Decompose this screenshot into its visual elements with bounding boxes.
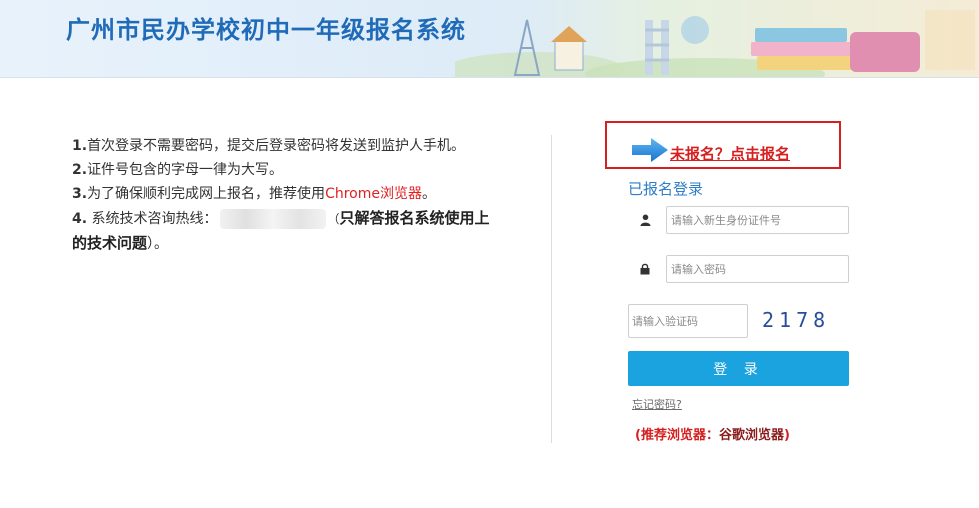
signup-box: 未报名？点击报名	[605, 121, 841, 169]
captcha-image[interactable]: 2178	[762, 308, 830, 332]
forgot-password-link[interactable]: 忘记密码?	[632, 396, 682, 412]
lock-icon	[628, 255, 662, 283]
instructions: 1.首次登录不需要密码，提交后登录密码将发送到监护人手机。 2.证件号包含的字母…	[72, 134, 492, 256]
redacted-hotline	[219, 209, 326, 229]
instruction-1-number: 1.	[72, 138, 88, 154]
signup-link[interactable]: 未报名？点击报名	[670, 143, 790, 164]
page: 广州市民办学校初中一年级报名系统 1.首次登录不需要密码，提交后登录密码将发送到…	[0, 0, 979, 508]
browser-note-suffix: )	[783, 428, 790, 443]
instruction-1-text: 首次登录不需要密码，提交后登录密码将发送到监护人手机。	[87, 138, 466, 154]
instruction-4-text: 系统技术咨询热线：	[87, 211, 218, 227]
user-icon	[628, 206, 662, 234]
header: 广州市民办学校初中一年级报名系统	[0, 0, 979, 78]
instruction-3-number: 3.	[72, 186, 88, 202]
login-button[interactable]: 登 录	[628, 351, 849, 386]
id-number-input[interactable]	[666, 206, 849, 234]
recommended-browser: Chrome浏览器	[325, 186, 422, 202]
browser-note-name: 谷歌浏览器	[718, 428, 784, 443]
instruction-3-end: 。	[421, 186, 436, 202]
instruction-2: 2.证件号包含的字母一律为大写。	[72, 158, 492, 182]
browser-recommendation: (推荐浏览器：谷歌浏览器)	[635, 424, 790, 443]
header-illustration	[455, 0, 979, 77]
instruction-2-number: 2.	[72, 162, 88, 178]
password-row	[628, 255, 849, 283]
instruction-4: 4. 系统技术咨询热线： （只解答报名系统使用上的技术问题）。	[72, 206, 492, 256]
captcha-input[interactable]	[628, 304, 748, 338]
instruction-2-text: 证件号包含的字母一律为大写。	[87, 162, 284, 178]
browser-note-prefix: (推荐浏览器：	[635, 428, 719, 443]
page-title: 广州市民办学校初中一年级报名系统	[66, 16, 466, 44]
instruction-3-text: 为了确保顺利完成网上报名，推荐使用	[87, 186, 326, 202]
instruction-4-open: （	[327, 212, 340, 226]
vertical-divider	[551, 135, 552, 443]
instruction-4-close: ）。	[147, 236, 169, 252]
arrow-right-icon	[632, 138, 668, 162]
login-heading: 已报名登录	[628, 180, 704, 198]
password-input[interactable]	[666, 255, 849, 283]
instruction-1: 1.首次登录不需要密码，提交后登录密码将发送到监护人手机。	[72, 134, 492, 158]
id-number-row	[628, 206, 849, 234]
instruction-4-number: 4.	[72, 211, 88, 227]
instruction-3: 3.为了确保顺利完成网上报名，推荐使用Chrome浏览器。	[72, 182, 492, 206]
